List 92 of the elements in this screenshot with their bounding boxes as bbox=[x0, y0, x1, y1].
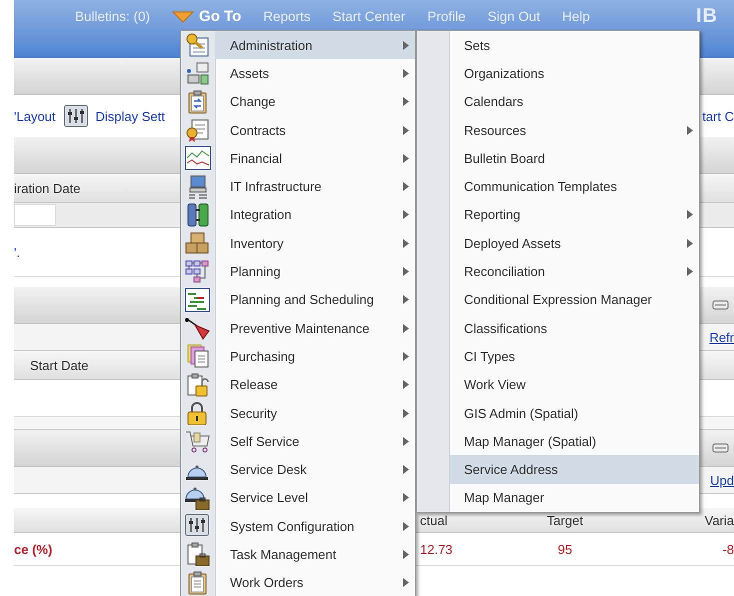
menu-item[interactable]: Task Management bbox=[215, 540, 415, 569]
submenu-item[interactable]: Map Manager (Spatial) bbox=[450, 427, 699, 456]
toolbar-link[interactable]: 'Layout bbox=[14, 108, 56, 124]
menu-item[interactable]: Self Service bbox=[215, 427, 415, 456]
submenu-item[interactable]: Service Address bbox=[450, 455, 699, 484]
menu-item[interactable]: Service Level bbox=[215, 484, 415, 512]
minimize-icon[interactable] bbox=[712, 300, 729, 310]
menu-item[interactable]: Change bbox=[215, 88, 415, 116]
key-document-icon bbox=[185, 33, 211, 58]
submenu-arrow-icon bbox=[403, 380, 409, 390]
submenu-item[interactable]: GIS Admin (Spatial) bbox=[450, 398, 699, 428]
submenu-arrow-icon bbox=[403, 352, 409, 361]
menu-item[interactable]: Administration bbox=[215, 31, 415, 60]
submenu-arrow-icon bbox=[403, 154, 409, 163]
submenu-item[interactable]: Map Manager bbox=[450, 484, 699, 512]
submenu-item[interactable]: Bulletin Board bbox=[450, 144, 699, 172]
refresh-link[interactable]: Refr bbox=[709, 330, 734, 344]
table-cell-text: -8 bbox=[721, 542, 734, 556]
menu-item[interactable]: Release bbox=[215, 370, 415, 399]
menu-item[interactable]: Financial bbox=[215, 144, 415, 172]
column-header-text: Start Date bbox=[29, 358, 89, 372]
line-chart-icon bbox=[185, 146, 211, 170]
submenu-arrow-icon bbox=[403, 522, 409, 531]
submenu-item[interactable]: Sets bbox=[450, 31, 699, 60]
submenu-arrow-icon bbox=[403, 267, 409, 276]
submenu-item[interactable]: Classifications bbox=[450, 314, 699, 342]
menu-item[interactable]: Service Desk bbox=[215, 455, 415, 484]
submenu-item[interactable]: Calendars bbox=[450, 88, 699, 116]
menu-item[interactable]: System Configuration bbox=[215, 512, 415, 540]
submenu-item[interactable]: Reconciliation bbox=[450, 257, 699, 286]
submenu-item[interactable]: Deployed Assets bbox=[450, 229, 699, 258]
column-header-text: ctual bbox=[420, 512, 448, 528]
caret-icon bbox=[172, 10, 194, 22]
documents-icon bbox=[185, 344, 211, 368]
clipboard-padlock-icon bbox=[185, 372, 211, 397]
submenu-item[interactable]: Work View bbox=[450, 370, 699, 399]
submenu-arrow-icon bbox=[403, 408, 409, 418]
gantt-chart-icon bbox=[185, 288, 211, 312]
submenu-arrow-icon bbox=[403, 97, 409, 106]
sliders-icon[interactable] bbox=[64, 105, 88, 127]
submenu-item[interactable]: Communication Templates bbox=[450, 172, 699, 201]
submenu-arrow-icon bbox=[403, 324, 409, 333]
submenu-arrow-icon bbox=[403, 295, 409, 304]
submenu-item[interactable]: Conditional Expression Manager bbox=[450, 286, 699, 314]
submenu-arrow-icon bbox=[403, 182, 409, 192]
clipboard-briefcase-icon bbox=[185, 542, 211, 566]
integration-icon bbox=[185, 202, 211, 227]
menu-item[interactable]: Contracts bbox=[215, 116, 415, 144]
menu-item[interactable]: Preventive Maintenance bbox=[215, 314, 415, 342]
devices-icon bbox=[185, 61, 211, 86]
menu-item[interactable]: Work Orders bbox=[215, 568, 415, 596]
submenu-arrow-icon bbox=[403, 465, 409, 474]
menu-item[interactable]: Assets bbox=[215, 59, 415, 88]
toolbar-link[interactable]: Display Sett bbox=[96, 108, 165, 124]
submenu-arrow-icon bbox=[403, 126, 409, 135]
column-header-text: Varia bbox=[704, 512, 734, 528]
message-text: '. bbox=[14, 244, 20, 260]
boxes-icon bbox=[185, 231, 211, 256]
bell-briefcase-icon bbox=[185, 486, 211, 510]
filter-field[interactable] bbox=[14, 204, 56, 226]
menu-item[interactable]: Planning bbox=[215, 257, 415, 286]
submenu-item[interactable]: Organizations bbox=[450, 59, 699, 88]
menu-item[interactable]: Inventory bbox=[215, 229, 415, 258]
update-link[interactable]: Upd bbox=[710, 472, 734, 488]
submenu-arrow-icon bbox=[403, 238, 409, 248]
menu-item[interactable]: Planning and Scheduling bbox=[215, 286, 415, 314]
column-header-text: iration Date bbox=[14, 180, 80, 196]
submenu-item[interactable]: Reporting bbox=[450, 200, 699, 230]
flowchart-icon bbox=[185, 260, 211, 284]
menu-item[interactable]: IT Infrastructure bbox=[215, 172, 415, 201]
sliders-icon bbox=[185, 514, 211, 538]
logo: IB bbox=[696, 5, 719, 28]
table-cell: ce (%) bbox=[14, 542, 52, 556]
shopping-cart-icon bbox=[185, 429, 211, 454]
submenu-arrow-icon bbox=[403, 68, 409, 78]
submenu-item[interactable]: CI Types bbox=[450, 342, 699, 371]
submenu-arrow-icon bbox=[403, 550, 409, 559]
submenu-arrow-icon bbox=[403, 578, 409, 588]
submenu-arrow-icon bbox=[403, 436, 409, 446]
submenu-item[interactable]: Resources bbox=[450, 116, 699, 144]
submenu-arrow-icon bbox=[403, 210, 409, 220]
toolbar-link[interactable]: tart C bbox=[702, 108, 734, 124]
table-cell-text: 12.73 bbox=[420, 542, 454, 556]
table-cell-text: 95 bbox=[556, 542, 574, 556]
minimize-icon[interactable] bbox=[712, 443, 729, 453]
column-header-text: Target bbox=[546, 512, 584, 528]
submenu-arrow-icon bbox=[403, 40, 409, 50]
menu-item[interactable]: Security bbox=[215, 398, 415, 428]
submenu-arrow-icon bbox=[403, 493, 409, 502]
menu-item[interactable]: Integration bbox=[215, 200, 415, 230]
certificate-icon bbox=[185, 118, 211, 142]
menu-item[interactable]: Purchasing bbox=[215, 342, 415, 371]
